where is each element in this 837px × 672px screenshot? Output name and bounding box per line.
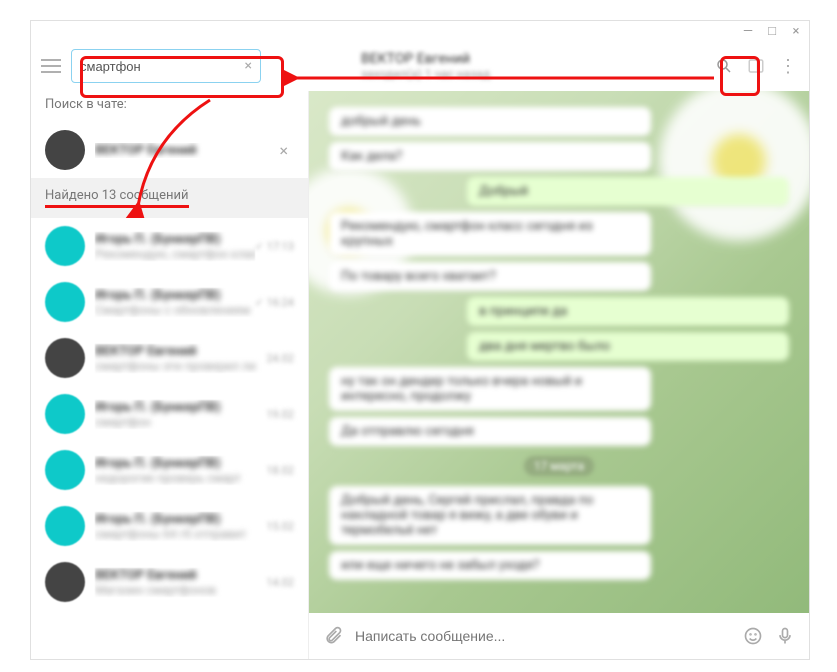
- emoji-icon[interactable]: [743, 626, 763, 646]
- pinned-chat-name: ВЕКТОР Евгений: [95, 143, 273, 158]
- incoming-message[interactable]: или еще ничего не забыл уходя?: [329, 551, 651, 580]
- result-snippet: недорогие проверь смарт: [95, 471, 266, 485]
- avatar: [45, 394, 85, 434]
- search-in-chat-icon[interactable]: [715, 57, 733, 75]
- search-field-wrap: ×: [71, 49, 261, 83]
- message-input[interactable]: [355, 628, 731, 644]
- incoming-message[interactable]: ну так он дендер только вчера новый и ин…: [329, 367, 651, 411]
- menu-icon[interactable]: [41, 59, 61, 73]
- result-meta: 24.02: [266, 352, 294, 365]
- result-snippet: Рекомендую, смартфон класс: [95, 247, 255, 261]
- result-meta: 14.02: [266, 576, 294, 589]
- search-result-row[interactable]: ВЕКТОР ЕвгенийМагазин смартфонов14.02: [31, 554, 308, 610]
- result-snippet: смартфоны 64 гб отправит: [95, 527, 266, 541]
- results-count-label: Найдено 13 сообщений: [45, 188, 189, 208]
- search-result-row[interactable]: Игорь П. (БункерПВ)смартфон19.02: [31, 386, 308, 442]
- incoming-message[interactable]: Да отправлю сегодня: [329, 417, 651, 446]
- minimize-button[interactable]: —: [741, 24, 755, 39]
- avatar: [45, 226, 85, 266]
- incoming-message[interactable]: Как дела?: [329, 142, 651, 171]
- maximize-button[interactable]: □: [765, 23, 779, 39]
- result-snippet: Магазин смартфонов: [95, 583, 266, 597]
- pinned-chat-row[interactable]: ВЕКТОР Евгений ×: [31, 122, 308, 178]
- attach-icon[interactable]: [323, 626, 343, 646]
- sidebar: Поиск в чате: ВЕКТОР Евгений × Найдено 1…: [31, 91, 309, 659]
- outgoing-message[interactable]: два дня мертво было: [467, 332, 789, 361]
- avatar: [45, 450, 85, 490]
- result-name: Игорь П. (БункерПВ): [95, 456, 266, 471]
- window-close-button[interactable]: ×: [789, 24, 803, 39]
- result-meta: ✓ 16:24: [255, 296, 294, 309]
- result-name: Игорь П. (БункерПВ): [95, 400, 266, 415]
- result-snippet: Смартфоны с обновлением: [95, 303, 255, 317]
- messages-area[interactable]: добрый день Как дела? Добрый Рекомендую, см…: [309, 91, 809, 613]
- sidebar-toggle-icon[interactable]: [747, 57, 765, 75]
- header-tools: ⋮: [715, 56, 799, 77]
- outgoing-message[interactable]: Добрый: [467, 177, 789, 206]
- result-meta: 19.02: [266, 408, 294, 421]
- more-menu-icon[interactable]: ⋮: [779, 56, 799, 77]
- search-result-row[interactable]: Игорь П. (БункерПВ)смартфоны 64 гб отпра…: [31, 498, 308, 554]
- search-results-list: Игорь П. (БункерПВ)Рекомендую, смартфон …: [31, 218, 308, 659]
- result-snippet: смартфон: [95, 415, 266, 429]
- incoming-message[interactable]: По товару всего хватает?: [329, 262, 651, 291]
- result-snippet: смартфоны эти проверил ли: [95, 359, 266, 373]
- avatar: [45, 338, 85, 378]
- incoming-message[interactable]: Добрый день, Сергей прислал, правда по н…: [329, 486, 651, 545]
- result-meta: 18.02: [266, 464, 294, 477]
- search-result-row[interactable]: ВЕКТОР Евгенийсмартфоны эти проверил ли2…: [31, 330, 308, 386]
- search-input[interactable]: [80, 59, 245, 74]
- app-body: Поиск в чате: ВЕКТОР Евгений × Найдено 1…: [31, 91, 809, 659]
- clear-search-icon[interactable]: ×: [245, 58, 252, 74]
- close-icon[interactable]: ×: [273, 141, 294, 160]
- search-result-row[interactable]: Игорь П. (БункерПВ)Рекомендую, смартфон …: [31, 218, 308, 274]
- outgoing-message[interactable]: в принципе да: [467, 297, 789, 326]
- incoming-message[interactable]: добрый день: [329, 107, 651, 136]
- incoming-message[interactable]: Рекомендую, смартфон класс сегодня из кр…: [329, 212, 651, 256]
- composer: [309, 613, 809, 659]
- topbar: × ВЕКТОР Евгений заходил(а) 1 час назад …: [31, 41, 809, 91]
- mic-icon[interactable]: [775, 626, 795, 646]
- avatar: [45, 282, 85, 322]
- result-name: ВЕКТОР Евгений: [95, 344, 266, 359]
- result-name: Игорь П. (БункерПВ): [95, 232, 255, 247]
- results-count-bar: Найдено 13 сообщений: [31, 178, 308, 218]
- app-window: — □ × × ВЕКТОР Евгений заходил(а) 1 час …: [30, 20, 810, 660]
- result-name: ВЕКТОР Евгений: [95, 568, 266, 583]
- date-separator: 17 марта: [524, 456, 594, 476]
- avatar: [45, 562, 85, 602]
- search-scope-label: Поиск в чате:: [31, 91, 308, 122]
- result-meta: 15.02: [266, 520, 294, 533]
- contact-status: заходил(а) 1 час назад: [361, 67, 705, 81]
- search-result-row[interactable]: Игорь П. (БункерПВ)недорогие проверь сма…: [31, 442, 308, 498]
- result-name: Игорь П. (БункерПВ): [95, 288, 255, 303]
- chat-pane: добрый день Как дела? Добрый Рекомендую, см…: [309, 91, 809, 659]
- contact-name: ВЕКТОР Евгений: [361, 51, 705, 67]
- window-titlebar: — □ ×: [31, 21, 809, 41]
- result-name: Игорь П. (БункерПВ): [95, 512, 266, 527]
- result-meta: ✓ 17:13: [255, 240, 294, 253]
- search-result-row[interactable]: Игорь П. (БункерПВ)Смартфоны с обновлени…: [31, 274, 308, 330]
- avatar: [45, 506, 85, 546]
- avatar: [45, 130, 85, 170]
- chat-header[interactable]: ВЕКТОР Евгений заходил(а) 1 час назад: [271, 51, 705, 81]
